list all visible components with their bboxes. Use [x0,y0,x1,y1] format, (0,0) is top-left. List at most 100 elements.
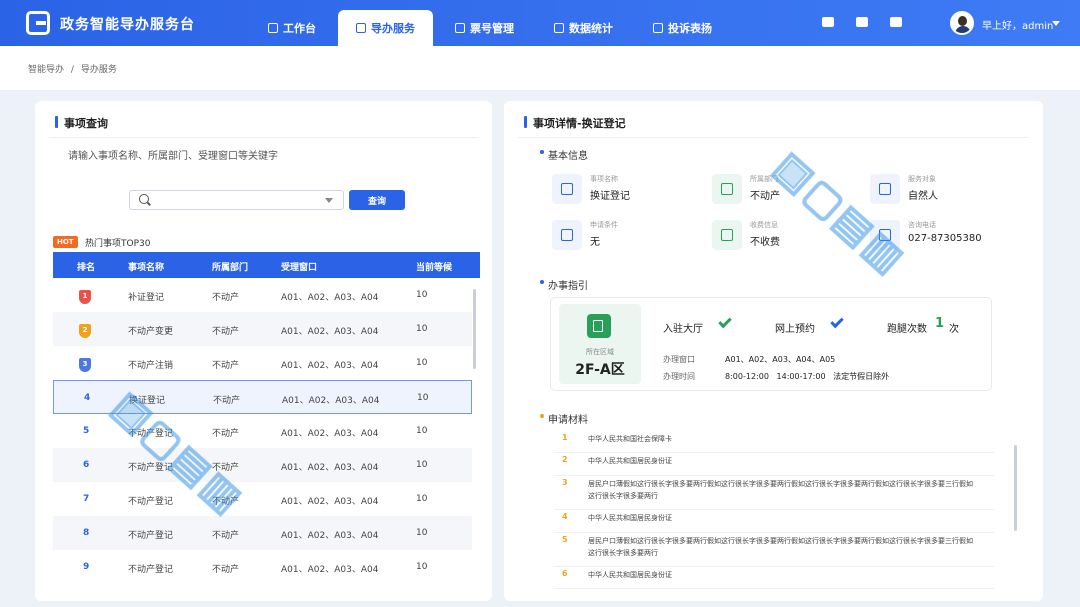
hot-items-table: 1 补证登记 不动产 A01、A02、A03、A04 10 2 不动产变更 不动… [53,278,480,588]
item-wait: 10 [417,393,429,403]
visits-unit: 次 [949,324,959,335]
chevron-down-icon[interactable] [325,198,333,203]
user-greeting[interactable]: 早上好，admin [982,17,1053,32]
item-name: 不动产登记 [128,429,174,439]
item-name: 补证登记 [128,293,165,303]
materials-list: 1 中华人民共和国社会保障卡 2 中华人民共和国居民身份证 3 居民户口薄假如这… [554,431,994,591]
col-rank: 排名 [77,263,96,273]
panel-title: 事项详情-换证登记 [524,115,626,131]
search-button[interactable]: 查询 [349,190,405,210]
item-query-panel: 事项查询 请输入事项名称、所属部门、受理窗口等关键字 查询 HOT 热门事项TO… [35,101,492,601]
list-item: 1 中华人民共和国社会保障卡 [554,431,994,453]
table-row[interactable]: 1 补证登记 不动产 A01、A02、A03、A04 10 [53,278,472,312]
col-wait: 当前等候 [416,263,453,273]
item-window: A01、A02、A03、A04 [281,497,379,507]
divider [518,137,1029,138]
rank-number: 9 [83,562,90,572]
mail-icon[interactable] [856,17,868,27]
table-header: 排名 事项名称 所属部门 受理窗口 当前等候 [53,252,480,278]
item-dept: 不动产 [212,361,240,371]
section-basic-info: 基本信息 [540,147,588,162]
item-wait: 10 [416,358,428,368]
search-input[interactable] [129,190,344,210]
time-label: 办理时间 [663,372,695,381]
hall-label: 入驻大厅 [663,324,703,335]
header-actions [822,17,902,27]
item-window: A01、A02、A03、A04 [281,429,379,439]
table-row[interactable]: 7 不动产登记 不动产 A01、A02、A03、A04 10 [53,482,472,516]
item-name: 不动产变更 [128,327,174,337]
table-scrollbar[interactable] [473,289,476,369]
nav-tab-guide-service[interactable]: 导办服务 [338,10,433,46]
rank-number: 4 [84,393,91,403]
panel-title: 事项查询 [55,115,108,131]
item-dept: 不动产 [213,396,241,406]
list-item: 4 中华人民共和国居民身份证 [554,510,994,533]
breadcrumb: 智能导办 / 导办服务 [28,62,117,75]
item-dept: 不动产 [212,565,240,575]
rank-badge: 1 [79,290,91,304]
item-window: A01、A02、A03、A04 [281,565,379,575]
user-avatar[interactable] [950,11,974,35]
app-title: 政务智能导办服务台 [60,17,195,33]
breadcrumb-current: 导办服务 [80,65,117,75]
item-dept: 不动产 [212,293,240,303]
search-hint: 请输入事项名称、所属部门、受理窗口等关键字 [68,151,278,162]
breadcrumb-root[interactable]: 智能导办 [28,65,64,75]
table-row-selected[interactable]: 4 换证登记 不动产 A01、A02、A03、A04 10 [53,380,472,414]
info-service-target: 服务对象 自然人 [870,171,1020,211]
rank-badge: 3 [79,358,91,372]
table-row[interactable]: 9 不动产登记 不动产 A01、A02、A03、A04 10 [53,550,472,584]
col-dept: 所属部门 [212,263,249,273]
org-chart-icon [712,174,742,204]
materials-scrollbar[interactable] [1014,445,1017,531]
time-value: 8:00-12:00 14:00-17:00 法定节假日除外 [725,372,890,381]
nav-tab-complaints[interactable]: 投诉表扬 [635,10,730,46]
item-dept: 不动产 [212,497,240,507]
app-logo-icon [26,11,50,35]
table-row[interactable]: 6 不动产登记 不动产 A01、A02、A03、A04 10 [53,448,472,482]
nav-tab-ticket-management[interactable]: 票号管理 [437,10,532,46]
item-wait: 10 [416,426,428,436]
nav-tab-workbench[interactable]: 工作台 [250,10,334,46]
item-window: A01、A02、A03、A04 [281,293,379,303]
item-wait: 10 [416,494,428,504]
item-name: 不动产登记 [128,565,174,575]
document-icon [552,174,582,204]
col-window: 受理窗口 [281,263,318,273]
col-name: 事项名称 [128,263,165,273]
nav-tab-statistics[interactable]: 数据统计 [536,10,631,46]
check-icon [718,314,732,329]
item-dept: 不动产 [212,463,240,473]
breadcrumb-separator: / [70,65,74,75]
search-icon [139,194,149,204]
breadcrumb-bar: 智能导办 / 导办服务 [0,46,1080,90]
rank-number: 7 [83,494,90,504]
rank-number: 8 [83,528,90,538]
check-icon [830,314,844,329]
lock-icon[interactable] [890,17,902,27]
list-icon [552,220,582,250]
list-item: 3 居民户口薄假如这行很长字很多要两行假如这行很长字很多要两行假如这行很长字很多… [554,476,994,510]
flag-icon[interactable] [822,17,834,27]
rank-number: 6 [83,460,90,470]
table-row[interactable]: 5 不动产登记 不动产 A01、A02、A03、A04 10 [53,414,472,448]
info-phone: 咨询电话 027-87305380 [870,217,1020,257]
table-row[interactable]: 3 不动产注销 不动产 A01、A02、A03、A04 10 [53,346,472,380]
visits-label: 跑腿次数 [887,324,927,335]
item-dept: 不动产 [212,429,240,439]
rank-badge: 2 [79,324,91,338]
item-wait: 10 [416,324,428,334]
phone-icon [870,220,900,250]
table-row[interactable]: 8 不动产登记 不动产 A01、A02、A03、A04 10 [53,516,472,550]
table-row[interactable]: 2 不动产变更 不动产 A01、A02、A03、A04 10 [53,312,472,346]
info-conditions: 申请条件 无 [552,217,702,257]
statistics-icon [554,23,564,33]
main-nav: 工作台 导办服务 票号管理 数据统计 投诉表扬 [250,10,734,46]
chevron-down-icon[interactable] [1052,21,1060,26]
complaint-icon [653,23,663,33]
item-name: 不动产注销 [128,361,174,371]
receipt-icon [712,220,742,250]
ticket-icon [455,23,465,33]
rank-number: 5 [83,426,90,436]
